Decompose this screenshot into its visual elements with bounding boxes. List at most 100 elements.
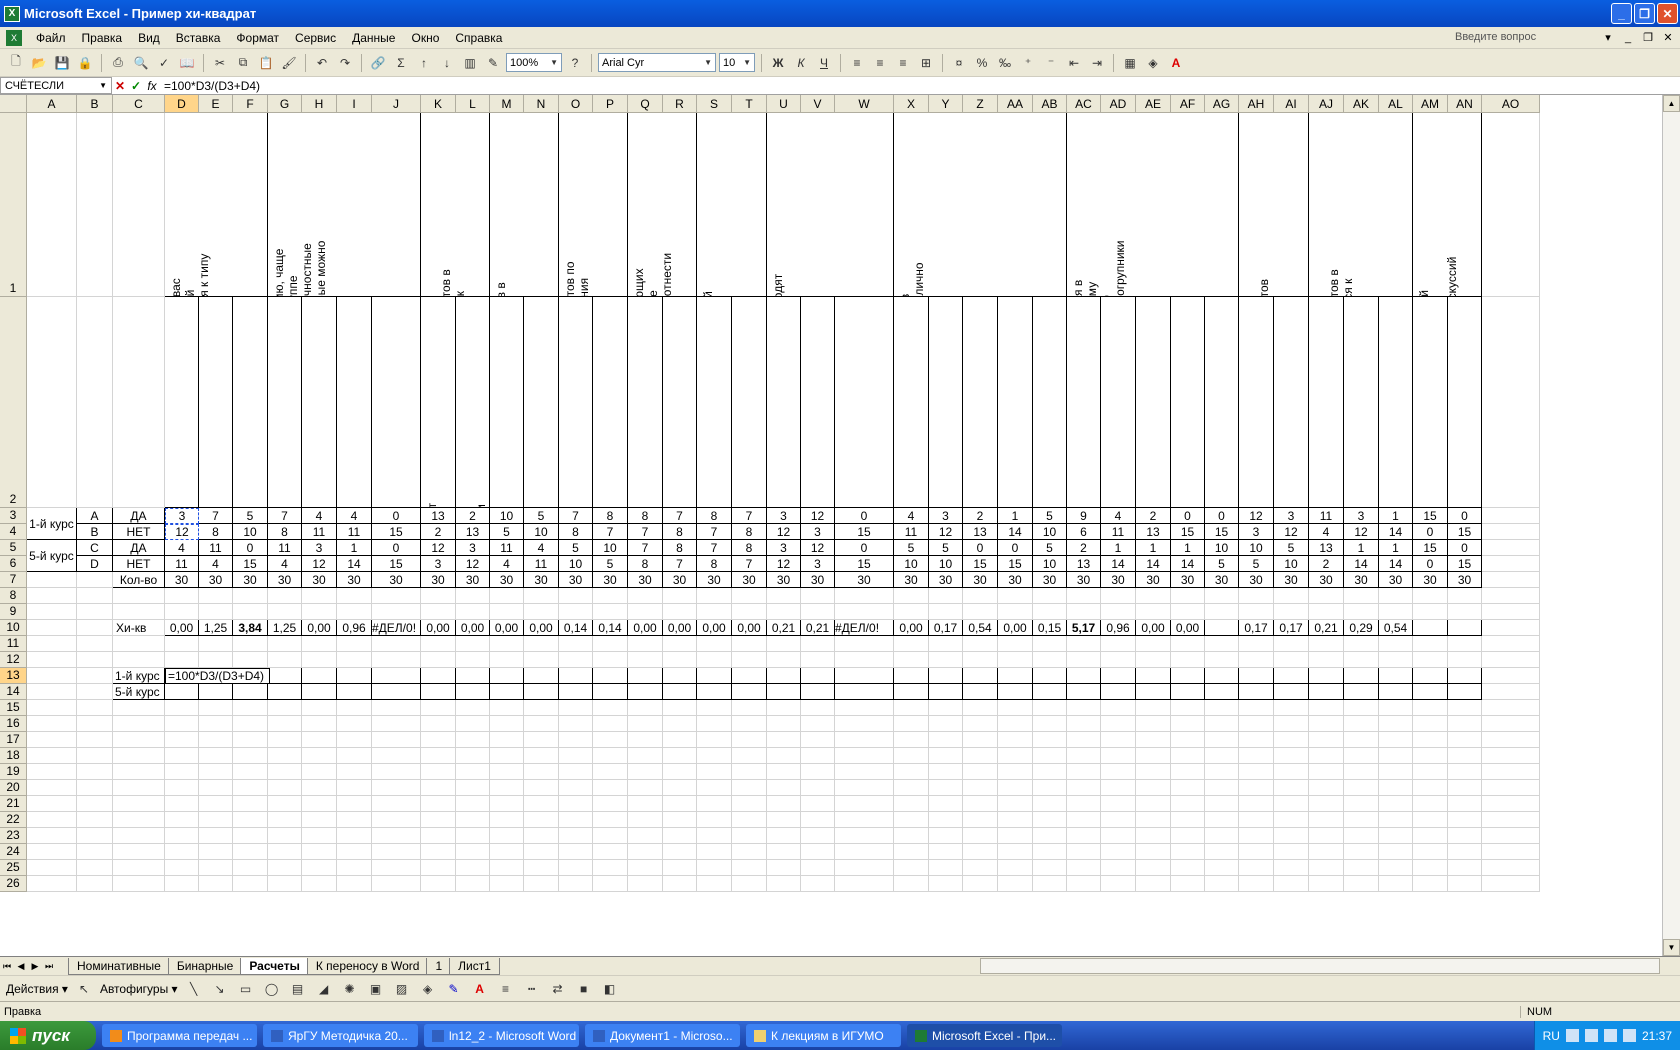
column-header[interactable]: D xyxy=(165,95,199,113)
data-cell[interactable]: 12 xyxy=(1274,524,1309,540)
chi-value-cell[interactable]: 0,00 xyxy=(165,620,199,636)
percent-cell[interactable] xyxy=(929,684,963,700)
grid-cell[interactable] xyxy=(801,812,835,828)
grid-cell[interactable] xyxy=(268,796,302,812)
grid-cell[interactable] xyxy=(1344,876,1379,892)
data-cell[interactable]: 5 xyxy=(524,508,559,524)
grid-cell[interactable] xyxy=(998,844,1033,860)
grid-cell[interactable] xyxy=(628,716,663,732)
doc-minimize-button[interactable]: _ xyxy=(1620,32,1636,44)
grid-cell[interactable] xyxy=(835,748,894,764)
data-cell[interactable]: 8 xyxy=(628,508,663,524)
data-cell[interactable]: 13 xyxy=(1067,556,1101,572)
percent-cell[interactable] xyxy=(998,684,1033,700)
tab-word-transfer[interactable]: К переносу в Word xyxy=(306,957,429,975)
grid-cell[interactable] xyxy=(165,876,199,892)
percent-cell[interactable] xyxy=(559,668,593,684)
percent-cell[interactable] xyxy=(1205,668,1239,684)
grid-cell[interactable] xyxy=(628,604,663,620)
data-cell[interactable]: 7 xyxy=(732,556,767,572)
grid-cell[interactable] xyxy=(233,604,268,620)
grid-cell[interactable] xyxy=(593,876,628,892)
grid-cell[interactable] xyxy=(835,844,894,860)
data-cell[interactable]: 3 xyxy=(165,508,199,524)
count-cell[interactable]: 30 xyxy=(490,572,524,588)
grid-cell[interactable] xyxy=(1448,764,1482,780)
chi-value-cell[interactable]: 0,29 xyxy=(1344,620,1379,636)
data-cell[interactable]: 4 xyxy=(490,556,524,572)
task-excel[interactable]: Microsoft Excel - При... xyxy=(907,1024,1062,1047)
horizontal-scrollbar[interactable] xyxy=(980,958,1660,974)
chi-value-cell[interactable]: #ДЕЛ/0! xyxy=(372,620,421,636)
data-cell[interactable]: 8 xyxy=(663,524,697,540)
data-cell[interactable]: 14 xyxy=(998,524,1033,540)
column-header[interactable]: L xyxy=(456,95,490,113)
tab-binary[interactable]: Бинарные xyxy=(167,957,243,975)
row-header[interactable]: 11 xyxy=(0,636,27,652)
grid-cell[interactable] xyxy=(1482,297,1540,508)
data-cell[interactable]: 10 xyxy=(1033,556,1067,572)
data-cell[interactable]: 2 xyxy=(963,508,998,524)
grid-cell[interactable] xyxy=(732,588,767,604)
data-cell[interactable]: 5 xyxy=(1239,556,1274,572)
grid-cell[interactable] xyxy=(963,860,998,876)
grid-cell[interactable] xyxy=(1033,796,1067,812)
grid-cell[interactable] xyxy=(1344,732,1379,748)
grid-cell[interactable] xyxy=(1413,748,1448,764)
data-cell[interactable]: 15 xyxy=(1413,508,1448,524)
column-header[interactable]: AN xyxy=(1448,95,1482,113)
grid-cell[interactable] xyxy=(27,588,77,604)
data-cell[interactable]: 1 xyxy=(1344,540,1379,556)
grid-cell[interactable] xyxy=(1309,796,1344,812)
grid-cell[interactable] xyxy=(27,700,77,716)
count-cell[interactable]: 30 xyxy=(1205,572,1239,588)
grid-cell[interactable] xyxy=(1274,604,1309,620)
grid-cell[interactable] xyxy=(113,716,165,732)
doc-close-button[interactable]: ✕ xyxy=(1660,31,1676,44)
grid-cell[interactable] xyxy=(113,652,165,668)
grid-cell[interactable] xyxy=(233,700,268,716)
grid-cell[interactable] xyxy=(732,764,767,780)
grid-cell[interactable] xyxy=(1136,636,1171,652)
grid-cell[interactable] xyxy=(1239,716,1274,732)
data-cell[interactable]: 8 xyxy=(559,524,593,540)
chi-value-cell[interactable]: 0,15 xyxy=(1033,620,1067,636)
data-cell[interactable]: 13 xyxy=(1136,524,1171,540)
row-header[interactable]: 7 xyxy=(0,572,27,588)
data-cell[interactable]: 11 xyxy=(199,540,233,556)
column-header[interactable]: AG xyxy=(1205,95,1239,113)
grid-cell[interactable] xyxy=(337,796,372,812)
data-cell[interactable]: 15 xyxy=(835,524,894,540)
grid-cell[interactable] xyxy=(663,780,697,796)
percent-cell[interactable] xyxy=(1413,684,1448,700)
grid-cell[interactable] xyxy=(199,716,233,732)
volume-icon[interactable] xyxy=(1584,1029,1598,1042)
grid-cell[interactable] xyxy=(663,700,697,716)
percent-cell[interactable] xyxy=(490,668,524,684)
grid-cell[interactable] xyxy=(456,764,490,780)
3d-icon[interactable]: ◧ xyxy=(600,979,620,999)
grid-cell[interactable] xyxy=(628,860,663,876)
grid-cell[interactable] xyxy=(113,828,165,844)
grid-cell[interactable] xyxy=(1413,652,1448,668)
grid-cell[interactable] xyxy=(199,860,233,876)
grid-cell[interactable] xyxy=(1413,700,1448,716)
grid-cell[interactable] xyxy=(894,764,929,780)
percent-cell[interactable] xyxy=(767,668,801,684)
merge-center-icon[interactable]: ⊞ xyxy=(916,53,936,73)
grid-cell[interactable] xyxy=(1171,844,1205,860)
grid-cell[interactable] xyxy=(1413,716,1448,732)
grid-cell[interactable] xyxy=(1205,748,1239,764)
grid-cell[interactable] xyxy=(998,636,1033,652)
grid-cell[interactable] xyxy=(835,876,894,892)
data-cell[interactable]: 7 xyxy=(628,540,663,556)
percent-cell[interactable] xyxy=(1101,668,1136,684)
grid-cell[interactable] xyxy=(524,732,559,748)
grid-cell[interactable] xyxy=(801,588,835,604)
grid-cell[interactable] xyxy=(1309,604,1344,620)
chi-value-cell[interactable]: 12,15 xyxy=(1205,620,1239,636)
grid-cell[interactable] xyxy=(1239,652,1274,668)
grid-cell[interactable] xyxy=(1379,812,1413,828)
grid-cell[interactable] xyxy=(1309,764,1344,780)
grid-cell[interactable] xyxy=(1482,668,1540,684)
